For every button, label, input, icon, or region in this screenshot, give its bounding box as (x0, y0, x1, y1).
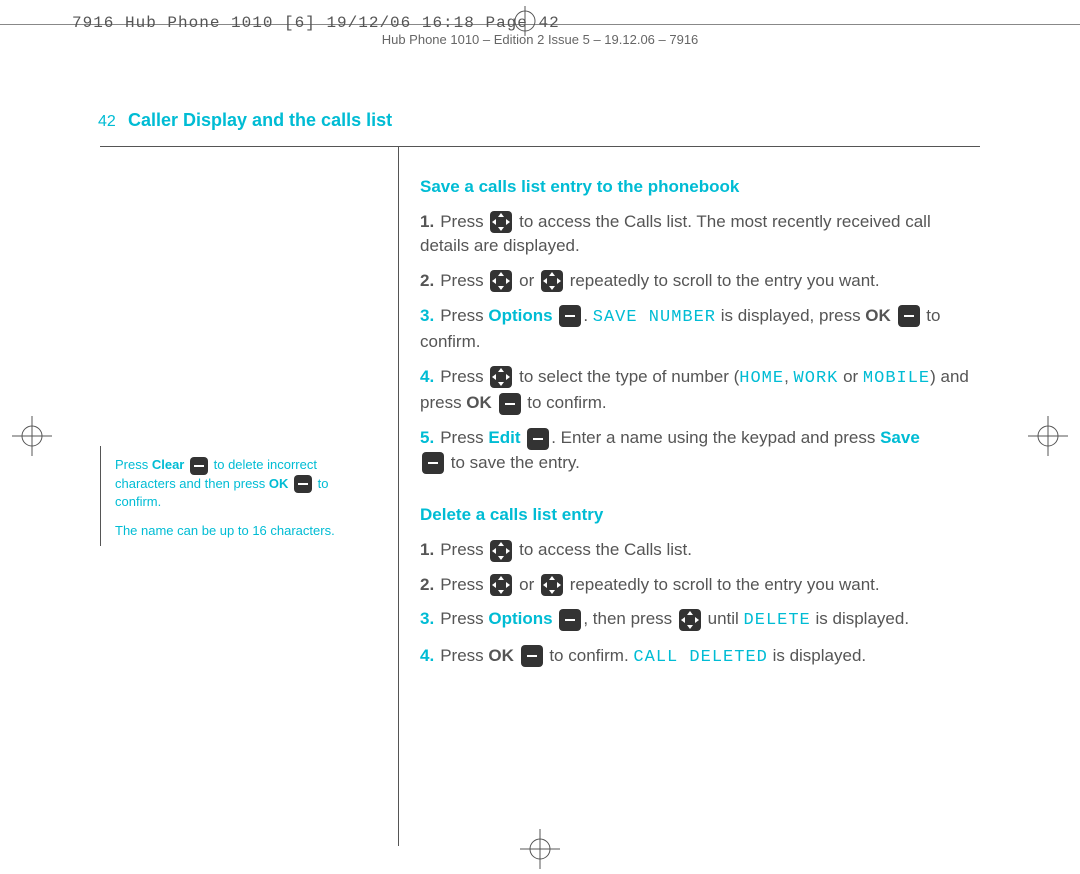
nav-icon (541, 574, 563, 596)
softkey-icon (294, 475, 312, 493)
running-head: Hub Phone 1010 – Edition 2 Issue 5 – 19.… (0, 32, 1080, 47)
delete-step-1: 1.Press to access the Calls list. (420, 538, 980, 563)
reg-mark-bottom-icon (520, 829, 560, 869)
nav-icon (679, 609, 701, 631)
content-vertical-rule (398, 146, 399, 846)
softkey-icon (559, 305, 581, 327)
nav-icon (490, 366, 512, 388)
softkey-icon (521, 645, 543, 667)
save-heading: Save a calls list entry to the phonebook (420, 175, 980, 200)
delete-step-4: 4.Press OK to confirm. CALL DELETED is d… (420, 644, 980, 671)
section-title: Caller Display and the calls list (128, 110, 392, 131)
save-step-1: 1.Press to access the Calls list. The mo… (420, 210, 980, 259)
save-step-4: 4.Press to select the type of number (HO… (420, 365, 980, 416)
softkey-icon (898, 305, 920, 327)
save-steps: 1.Press to access the Calls list. The mo… (420, 210, 980, 476)
main-content: Save a calls list entry to the phonebook… (420, 175, 980, 699)
sidebar-note-length: The name can be up to 16 characters. (115, 522, 375, 540)
page-number: 42 (98, 113, 116, 131)
nav-icon (490, 574, 512, 596)
delete-step-3: 3.Press Options , then press until DELET… (420, 607, 980, 634)
delete-steps: 1.Press to access the Calls list. 2.Pres… (420, 538, 980, 671)
softkey-icon (190, 457, 208, 475)
softkey-icon (422, 452, 444, 474)
nav-icon (490, 211, 512, 233)
save-step-3: 3.Press Options . SAVE NUMBER is display… (420, 304, 980, 355)
reg-mark-right-icon (1028, 416, 1068, 456)
manual-page: 7916 Hub Phone 1010 [6] 19/12/06 16:18 P… (0, 0, 1080, 873)
delete-step-2: 2.Press or repeatedly to scroll to the e… (420, 573, 980, 598)
crop-header: 7916 Hub Phone 1010 [6] 19/12/06 16:18 P… (72, 14, 560, 32)
softkey-icon (499, 393, 521, 415)
nav-icon (490, 270, 512, 292)
nav-icon (490, 540, 512, 562)
softkey-icon (527, 428, 549, 450)
content-top-rule (100, 146, 980, 147)
delete-heading: Delete a calls list entry (420, 503, 980, 528)
save-step-2: 2.Press or repeatedly to scroll to the e… (420, 269, 980, 294)
sidebar-note-clear: Press Clear to delete incorrect characte… (115, 456, 375, 511)
sidebar-vertical-rule (100, 446, 101, 546)
softkey-icon (559, 609, 581, 631)
reg-mark-left-icon (12, 416, 52, 456)
nav-icon (541, 270, 563, 292)
save-step-5: 5.Press Edit . Enter a name using the ke… (420, 426, 980, 475)
